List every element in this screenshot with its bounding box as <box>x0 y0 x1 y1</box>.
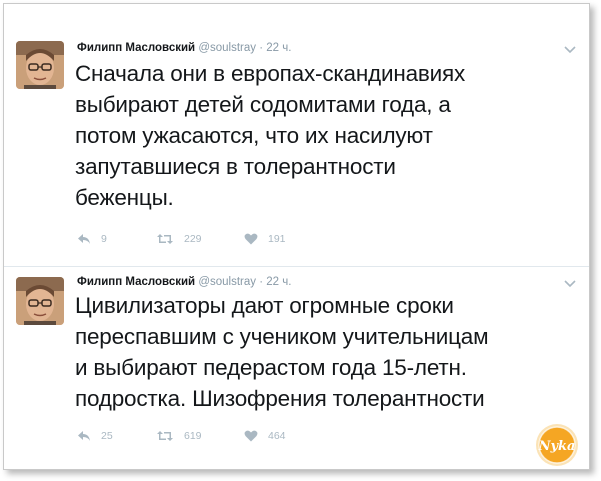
author-name[interactable]: Филипп Масловский <box>77 42 195 54</box>
like-count: 464 <box>268 430 286 442</box>
chevron-down-icon[interactable] <box>563 276 577 288</box>
like-icon <box>244 430 258 442</box>
tweet-text-line: переспавшим с учеником учительницам <box>75 324 489 349</box>
tweet-text: Сначала они в европах-скандинавиях выбир… <box>75 58 575 213</box>
tweet-text-line: Сначала они в европах-скандинавиях <box>75 61 466 86</box>
like-button[interactable]: 464 <box>244 428 286 444</box>
tweet-timestamp[interactable]: 22 ч. <box>266 276 291 288</box>
tweet: Филипп Масловский @soulstray · 22 ч. Сна… <box>4 4 589 267</box>
retweet-icon <box>156 233 174 245</box>
reply-icon <box>77 430 91 442</box>
tweet-text-line: и выбирают педерастом года 15-летн. <box>75 355 467 380</box>
tweet-screenshot-frame: Филипп Масловский @soulstray · 22 ч. Сна… <box>3 3 590 470</box>
avatar[interactable] <box>16 277 64 325</box>
author-handle[interactable]: @soulstray <box>198 276 256 288</box>
reply-count: 25 <box>101 430 113 442</box>
reply-button[interactable]: 9 <box>77 231 107 247</box>
retweet-count: 229 <box>184 233 202 245</box>
meta-separator: · <box>259 276 264 288</box>
like-button[interactable]: 191 <box>244 231 286 247</box>
tweet-text-line: беженцы. <box>75 185 174 210</box>
author-handle[interactable]: @soulstray <box>198 42 256 54</box>
meta-separator: · <box>259 42 264 54</box>
like-icon <box>244 233 258 245</box>
retweet-button[interactable]: 619 <box>156 428 202 444</box>
avatar[interactable] <box>16 41 64 89</box>
chevron-down-icon[interactable] <box>563 42 577 54</box>
retweet-count: 619 <box>184 430 202 442</box>
reply-icon <box>77 233 91 245</box>
reply-button[interactable]: 25 <box>77 428 113 444</box>
tweet-text-line: подростка. Шизофрения толерантности <box>75 386 485 411</box>
tweet-header: Филипп Масловский @soulstray · 22 ч. <box>77 276 291 288</box>
tweet-timestamp[interactable]: 22 ч. <box>266 42 291 54</box>
author-name[interactable]: Филипп Масловский <box>77 276 195 288</box>
retweet-icon <box>156 430 174 442</box>
tweet-text-line: потом ужасаются, что их насилуют <box>75 123 433 148</box>
tweet-text: Цивилизаторы дают огромные сроки переспа… <box>75 290 575 414</box>
retweet-button[interactable]: 229 <box>156 231 202 247</box>
reply-count: 9 <box>101 233 107 245</box>
tweet-text-line: Цивилизаторы дают огромные сроки <box>75 293 454 318</box>
tweet-text-line: запутавшиеся в толерантности <box>75 154 396 179</box>
watermark-logo: Nyka <box>535 423 579 467</box>
svg-text:Nyka: Nyka <box>538 439 576 454</box>
tweet-text-line: выбирают детей содомитами года, а <box>75 92 451 117</box>
tweet-header: Филипп Масловский @soulstray · 22 ч. <box>77 42 291 54</box>
tweet: Филипп Масловский @soulstray · 22 ч. Цив… <box>4 266 589 469</box>
like-count: 191 <box>268 233 286 245</box>
